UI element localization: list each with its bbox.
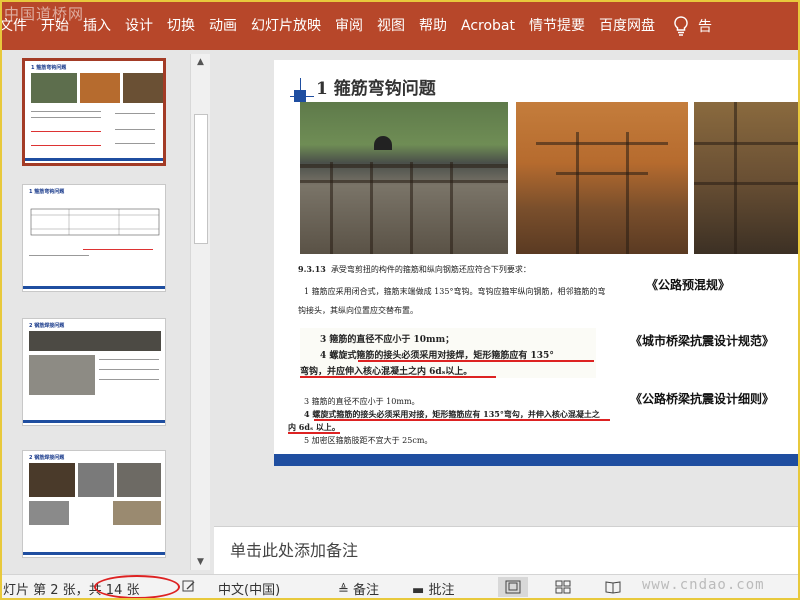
clause-intro-text: 承受弯剪扭的构件的箍筋和纵向钢筋还应符合下列要求： [330, 265, 531, 274]
clause-number: 9.3.13 [298, 264, 326, 274]
slide-editor: 1 箍筋弯钩问题 9.3.13 承受弯剪扭的构件的箍筋和纵向钢筋还应符合下列要求… [214, 50, 798, 526]
tab-baidu-netdisk[interactable]: 百度网盘 [592, 2, 662, 50]
thumbnail-text [99, 379, 159, 380]
notes-pane[interactable]: 单击此处添加备注 [214, 526, 798, 574]
slide-footer-bar [274, 454, 798, 466]
thumbnail-footer-bar [23, 552, 165, 555]
lightbulb-icon[interactable] [668, 16, 694, 36]
thumbnail-title: 2 钢筋焊接问题 [29, 455, 65, 461]
detail-line-4: 5 加密区箍筋肢距不宜大于 25cm。 [304, 436, 433, 445]
notes-button[interactable]: ≜ 备注 [338, 579, 379, 598]
tab-storyboard[interactable]: 情节提要 [522, 2, 592, 50]
site-watermark-bottom: www.cndao.com [642, 577, 765, 593]
ref-city-bridge-code: 《城市桥梁抗震设计规范》 [630, 334, 775, 348]
thumbnail-photo [29, 355, 95, 395]
notes-label: 备注 [353, 583, 380, 598]
thumbnail-underline [31, 131, 101, 132]
tab-review[interactable]: 审阅 [328, 2, 370, 50]
slide-sorter-icon [555, 580, 571, 594]
scrollbar-thumb[interactable] [194, 114, 208, 244]
notes-icon: ≜ [338, 583, 349, 598]
normal-view-icon [505, 580, 521, 594]
stirrup-photo[interactable] [694, 102, 798, 254]
slide-thumbnail-4[interactable]: 2 钢筋焊接问题 [22, 450, 166, 558]
thumbnail-photo [29, 463, 75, 497]
thumbnail-footer-bar [23, 286, 165, 289]
tab-transitions[interactable]: 切换 [160, 2, 202, 50]
rebar-cage-photo[interactable] [516, 102, 688, 254]
thumbnail-text [31, 111, 101, 112]
tell-me-search[interactable]: 告 [698, 16, 712, 36]
thumbnail-text [99, 359, 159, 360]
comments-button[interactable]: ▬ 批注 [412, 579, 454, 598]
thumbnail-photo [80, 73, 120, 103]
thumbnail-photo [113, 501, 161, 525]
tab-help[interactable]: 帮助 [412, 2, 454, 50]
thumbnail-footer-bar [23, 420, 165, 423]
thumbnail-title: 1 箍筋弯钩问题 [31, 65, 67, 71]
thumbnail-scrollbar[interactable]: ▲ ▼ [190, 54, 210, 570]
ref-highway-code: 《公路预混规》 [646, 278, 731, 292]
normal-view-button[interactable] [498, 577, 528, 597]
comment-icon: ▬ [412, 583, 425, 598]
thumbnail-text [115, 129, 155, 130]
thumbnail-title: 2 钢筋焊接问题 [29, 323, 65, 329]
thumbnail-underline [31, 145, 101, 146]
language-indicator[interactable]: 中文(中国) [218, 579, 280, 598]
thumbnail-text [31, 117, 101, 118]
slide-thumbnail-pane: 1 箍筋弯钩问题 1 箍筋弯钩问题 2 钢筋焊接问题 2 钢筋焊接问题 ▲ ▼ [2, 50, 212, 574]
status-bar: 幻灯片 第 2 张，共 14 张 中文(中国) ≜ 备注 ▬ 批注 www.cn… [2, 574, 798, 598]
thumbnail-drawing [30, 208, 160, 236]
thumbnail-text [99, 369, 159, 370]
detail-line-1: 3 箍筋的直径不应小于 10mm。 [304, 397, 420, 406]
notes-placeholder[interactable]: 单击此处添加备注 [230, 537, 358, 561]
site-watermark: 中国道桥网 [4, 5, 85, 23]
thumbnail-photo [29, 501, 69, 525]
thumbnail-underline [83, 249, 153, 250]
slide-canvas[interactable]: 1 箍筋弯钩问题 9.3.13 承受弯剪扭的构件的箍筋和纵向钢筋还应符合下列要求… [274, 60, 798, 466]
thumbnail-photo [31, 73, 77, 103]
slide-sorter-button[interactable] [548, 577, 578, 597]
thumbnail-photo [29, 331, 161, 351]
clause-intro: 9.3.13 承受弯剪扭的构件的箍筋和纵向钢筋还应符合下列要求： [298, 264, 531, 275]
red-underline [300, 376, 496, 378]
tab-acrobat[interactable]: Acrobat [454, 2, 522, 50]
scroll-down-icon[interactable]: ▼ [191, 554, 210, 570]
reading-view-icon [605, 581, 621, 594]
tab-design[interactable]: 设计 [118, 2, 160, 50]
slide-title[interactable]: 1 箍筋弯钩问题 [316, 74, 436, 99]
thumbnail-title: 1 箍筋弯钩问题 [29, 189, 65, 195]
spec-line-1: 3 箍筋的直径不应小于 10mm； [320, 335, 455, 345]
thumbnail-footer-bar [25, 158, 163, 161]
powerpoint-window: 中国道桥网 文件 开始 插入 设计 切换 动画 幻灯片放映 审阅 视图 帮助 A… [0, 0, 800, 600]
reading-view-button[interactable] [598, 577, 628, 597]
red-circle-annotation [94, 575, 180, 598]
slide-thumbnail-1[interactable]: 1 箍筋弯钩问题 [22, 58, 166, 166]
comments-label: 批注 [428, 583, 455, 598]
ref-highway-bridge-code: 《公路桥梁抗震设计细则》 [630, 392, 775, 406]
slide-thumbnail-3[interactable]: 2 钢筋焊接问题 [22, 318, 166, 426]
thumbnail-photo [78, 463, 114, 497]
scroll-up-icon[interactable]: ▲ [191, 54, 210, 70]
tunnel-rebar-photo[interactable] [300, 102, 508, 254]
thumbnail-text [115, 113, 155, 114]
red-underline [314, 419, 610, 421]
slide-thumbnail-2[interactable]: 1 箍筋弯钩问题 [22, 184, 166, 292]
clause-item1-line1: 1 箍筋应采用闭合式，箍筋末端做成 135°弯钩。弯钩应箍牢纵向钢筋，相邻箍筋的… [304, 287, 606, 296]
tab-view[interactable]: 视图 [370, 2, 412, 50]
red-underline [358, 360, 594, 362]
thumbnail-photo [123, 73, 163, 103]
thumbnail-text [29, 255, 89, 256]
thumbnail-photo [117, 463, 161, 497]
tab-slideshow[interactable]: 幻灯片放映 [244, 2, 328, 50]
ribbon-tabs: 中国道桥网 文件 开始 插入 设计 切换 动画 幻灯片放映 审阅 视图 帮助 A… [2, 2, 798, 50]
clause-item1-line2: 钩接头，其纵向位置应交替布置。 [298, 306, 418, 315]
spellcheck-icon[interactable] [182, 579, 196, 593]
tab-animations[interactable]: 动画 [202, 2, 244, 50]
red-underline [288, 432, 340, 434]
thumbnail-text [115, 143, 155, 144]
